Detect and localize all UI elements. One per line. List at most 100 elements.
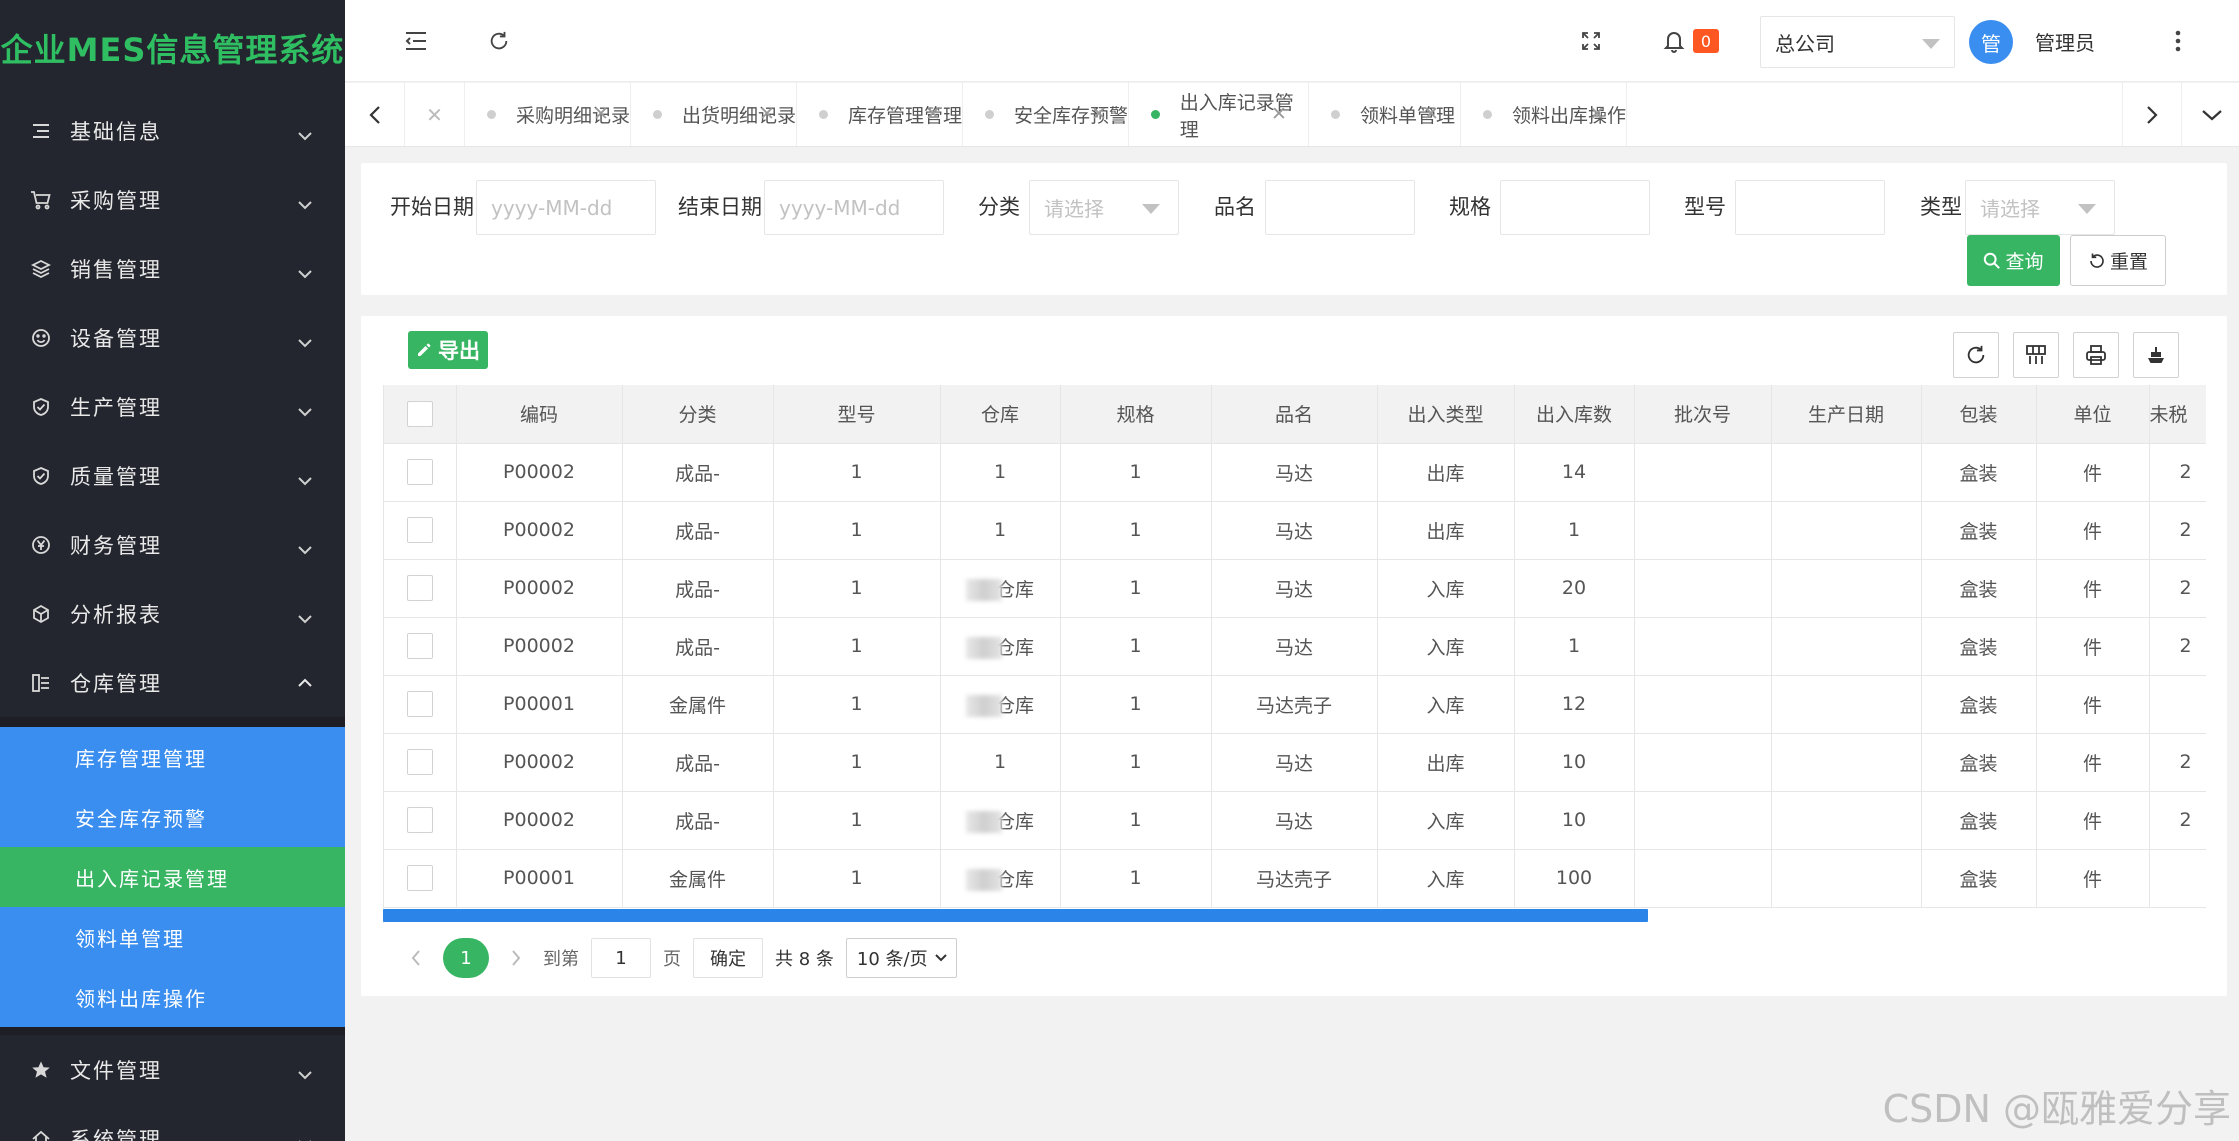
sidebar-subitem[interactable]: 库存管理管理 xyxy=(0,727,345,787)
table-row[interactable]: P00002 成品- 1 1 1 马达 出库 10 盒装件 2 xyxy=(384,733,2206,792)
next-page-icon[interactable] xyxy=(501,938,531,978)
category-select[interactable]: 请选择 xyxy=(1029,180,1179,235)
row-checkbox[interactable] xyxy=(406,633,433,659)
end-date-label: 结束日期 xyxy=(678,195,762,219)
sidebar-subitem[interactable]: 领料单管理 xyxy=(0,907,345,967)
table-refresh-button[interactable] xyxy=(1953,332,1999,378)
row-checkbox[interactable] xyxy=(406,459,433,485)
export-button[interactable]: 导出 xyxy=(408,331,488,369)
close-icon[interactable]: ✕ xyxy=(426,103,443,127)
goto-confirm-button[interactable]: 确定 xyxy=(693,938,763,978)
select-all-checkbox[interactable] xyxy=(406,400,433,427)
sidebar-menu-item[interactable]: 基础信息 xyxy=(0,96,345,165)
close-icon[interactable]: ✕ xyxy=(1090,103,1108,125)
sidebar-menu-label: 销售管理 xyxy=(70,257,162,282)
goto-page-input[interactable]: 1 xyxy=(591,938,651,978)
sidebar-menu-item[interactable]: 系统管理 xyxy=(0,1104,345,1141)
spec-input[interactable] xyxy=(1500,180,1650,235)
tab[interactable]: 库存管理管理 ✕ xyxy=(797,83,963,146)
sidebar-menu-item[interactable]: 仓库管理 xyxy=(0,648,345,717)
table-cell: P00001 xyxy=(456,849,623,908)
tab[interactable]: 出入库记录管理 ✕ xyxy=(1129,83,1309,146)
bell-icon[interactable] xyxy=(1657,24,1691,58)
edit-icon xyxy=(418,343,431,356)
avatar[interactable]: 管 xyxy=(1969,20,2013,64)
sidebar-menu-item[interactable]: 销售管理 xyxy=(0,234,345,303)
sidebar-menu-item[interactable]: 质量管理 xyxy=(0,441,345,510)
tabs-dropdown-icon[interactable] xyxy=(2182,83,2239,146)
tab[interactable]: 安全库存预警 ✕ xyxy=(963,83,1129,146)
start-date-input[interactable]: yyyy-MM-dd xyxy=(476,180,656,235)
tab[interactable]: 领料单管理 ✕ xyxy=(1309,83,1461,146)
row-select-cell xyxy=(384,675,457,734)
cart-icon xyxy=(30,189,52,211)
close-icon[interactable]: ✕ xyxy=(1588,103,1606,125)
name-input[interactable] xyxy=(1265,180,1415,235)
table-cell: 马达 xyxy=(1211,501,1378,560)
table-cell: 盒装 xyxy=(1921,733,2037,792)
table-cell: 成品- xyxy=(622,617,774,676)
columns-filter-button[interactable] xyxy=(2013,332,2059,378)
export-file-button[interactable] xyxy=(2133,332,2179,378)
table-cell: 20 xyxy=(1514,559,1635,618)
close-icon[interactable]: ✕ xyxy=(592,103,610,125)
end-date-input[interactable]: yyyy-MM-dd xyxy=(764,180,944,235)
sidebar-menu-item[interactable]: 采购管理 xyxy=(0,165,345,234)
close-icon[interactable]: ✕ xyxy=(758,103,776,125)
tab[interactable]: 出货明细记录 ✕ xyxy=(631,83,797,146)
watermark: CSDN @瓯雅爱分享 xyxy=(1882,1087,2231,1131)
query-button[interactable]: 查询 xyxy=(1967,235,2060,286)
table-cell xyxy=(1771,559,1922,618)
row-checkbox[interactable] xyxy=(406,807,433,833)
table-row[interactable]: P00002 成品- 1 仓库 1 马达 入库 20 盒装件 2 xyxy=(384,559,2206,618)
prev-page-icon[interactable] xyxy=(401,938,431,978)
sidebar-menu-item[interactable]: 生产管理 xyxy=(0,372,345,441)
tabs-scroll-right-icon[interactable] xyxy=(2122,83,2182,146)
type-select[interactable]: 请选择 xyxy=(1965,180,2115,235)
print-button[interactable] xyxy=(2073,332,2119,378)
close-icon[interactable]: ✕ xyxy=(924,103,942,125)
company-select[interactable]: 总公司 xyxy=(1760,16,1955,68)
tab-partial[interactable]: ✕ xyxy=(405,83,465,146)
row-checkbox[interactable] xyxy=(406,517,433,543)
row-checkbox[interactable] xyxy=(406,749,433,775)
start-date-label: 开始日期 xyxy=(390,195,474,219)
table-cell: 入库 xyxy=(1377,559,1515,618)
sidebar-menu-item[interactable]: 文件管理 xyxy=(0,1035,345,1104)
model-input[interactable] xyxy=(1735,180,1885,235)
row-checkbox[interactable] xyxy=(406,691,433,717)
sidebar-subitem[interactable]: 领料出库操作 xyxy=(0,967,345,1027)
sidebar-menu-item[interactable]: 财务管理 xyxy=(0,510,345,579)
more-vertical-icon[interactable] xyxy=(2163,24,2193,58)
collapse-menu-icon[interactable] xyxy=(399,24,433,58)
tab[interactable]: 采购明细记录 ✕ xyxy=(465,83,631,146)
tab[interactable]: 领料出库操作 ✕ xyxy=(1461,83,1627,146)
reset-button[interactable]: 重置 xyxy=(2070,235,2166,286)
column-header: 编码 xyxy=(456,385,623,444)
table-cell: P00001 xyxy=(456,675,623,734)
close-icon[interactable]: ✕ xyxy=(1422,103,1440,125)
table-row[interactable]: P00002 成品- 1 1 1 马达 出库 1 盒装件 2 xyxy=(384,501,2206,560)
tabs-scroll-left-icon[interactable] xyxy=(345,83,405,146)
close-icon[interactable]: ✕ xyxy=(1270,103,1288,125)
shield-check-icon xyxy=(30,465,52,487)
table-row[interactable]: P00002 成品- 1 1 1 马达 出库 14 盒装件 2 xyxy=(384,443,2206,502)
sidebar-menu-item[interactable]: 分析报表 xyxy=(0,579,345,648)
current-page[interactable]: 1 xyxy=(443,938,489,978)
sidebar-subitem[interactable]: 安全库存预警 xyxy=(0,787,345,847)
table-row[interactable]: P00002 成品- 1 仓库 1 马达 入库 10 盒装件 2 xyxy=(384,791,2206,850)
refresh-icon[interactable] xyxy=(482,24,516,58)
table-cell: 10 xyxy=(1514,791,1635,850)
sidebar-subitem[interactable]: 出入库记录管理 xyxy=(0,847,345,907)
horizontal-scrollbar[interactable] xyxy=(383,909,1648,922)
row-checkbox[interactable] xyxy=(406,865,433,891)
column-header: 型号 xyxy=(773,385,941,444)
table-row[interactable]: P00001 金属件 1 仓库 1 马达壳子 入库 100 盒装件 xyxy=(384,849,2206,908)
table-row[interactable]: P00002 成品- 1 仓库 1 马达 入库 1 盒装件 2 xyxy=(384,617,2206,676)
username[interactable]: 管理员 xyxy=(2035,27,2095,56)
fullscreen-icon[interactable] xyxy=(1574,24,1608,58)
table-row[interactable]: P00001 金属件 1 仓库 1 马达壳子 入库 12 盒装件 xyxy=(384,675,2206,734)
page-size-select[interactable]: 10 条/页 xyxy=(845,938,957,978)
sidebar-menu-item[interactable]: 设备管理 xyxy=(0,303,345,372)
row-checkbox[interactable] xyxy=(406,575,433,601)
